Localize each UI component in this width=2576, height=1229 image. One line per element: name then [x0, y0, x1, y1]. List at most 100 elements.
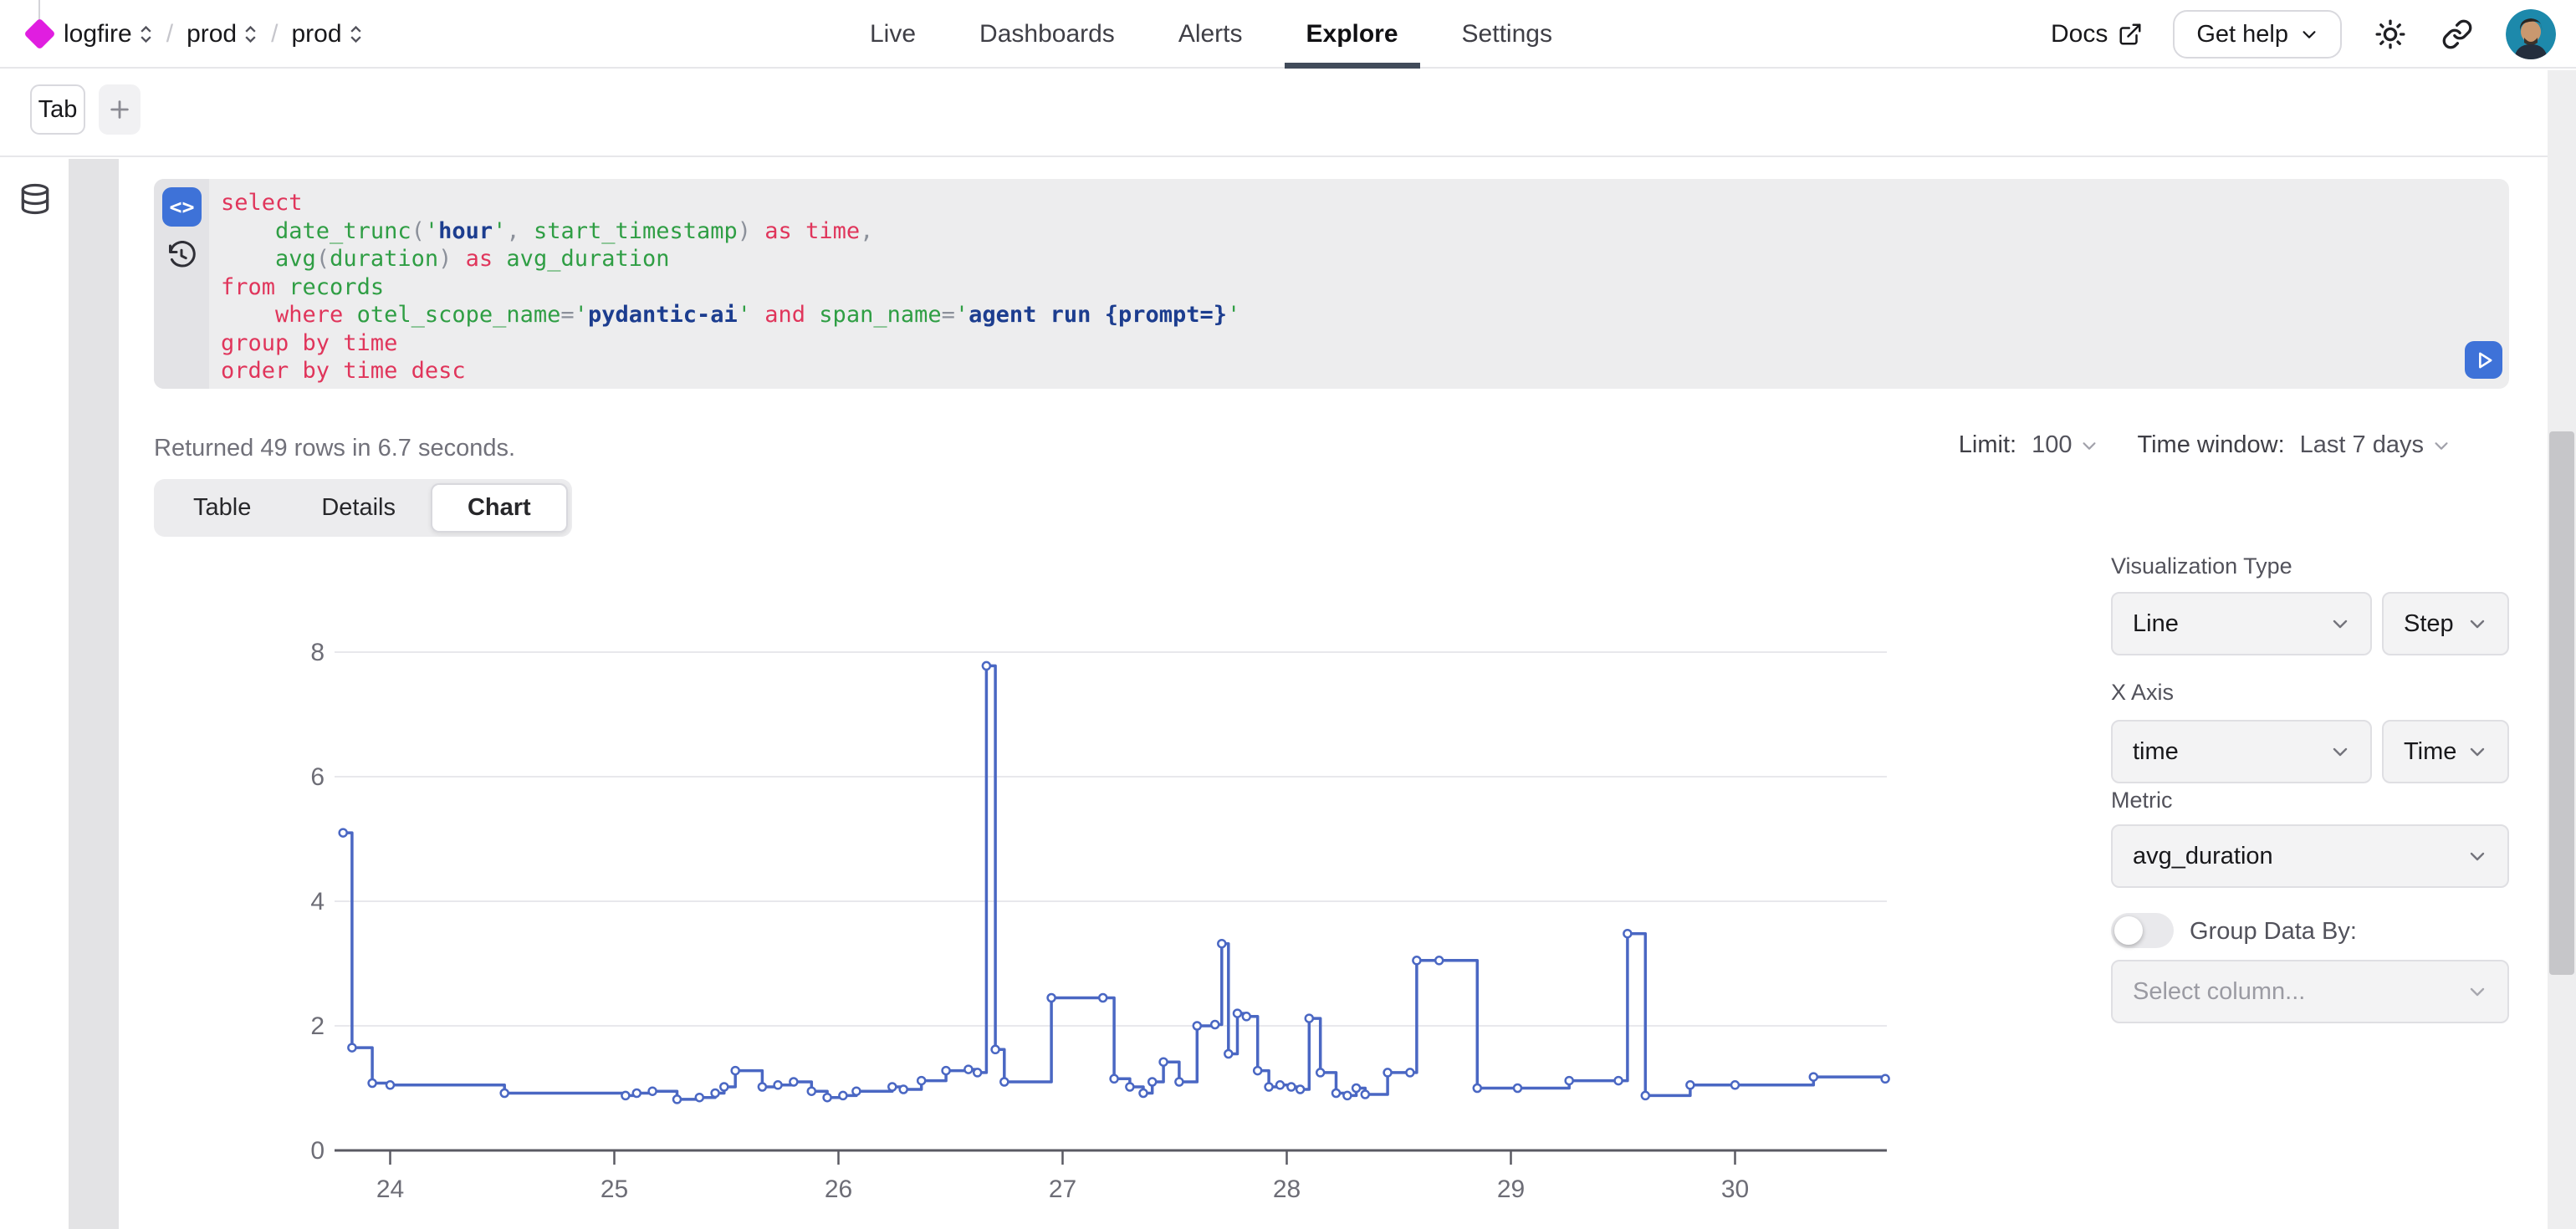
nav-live[interactable]: Live	[870, 0, 916, 69]
code-line: avg(duration) as avg_duration	[221, 245, 2451, 273]
tab-table[interactable]: Table	[158, 483, 286, 533]
time-window-dropdown[interactable]: Last 7 days	[2300, 431, 2451, 459]
data-point-marker	[348, 1044, 355, 1052]
data-point-marker	[839, 1092, 846, 1099]
data-point-marker	[1882, 1075, 1889, 1083]
run-query-button[interactable]	[2465, 341, 2502, 379]
chevron-down-icon	[2080, 436, 2098, 455]
chart: 2425262728293002468	[301, 627, 1924, 1212]
breadcrumb-org-label: logfire	[64, 20, 132, 48]
group-column-placeholder: Select column...	[2133, 978, 2305, 1006]
user-avatar[interactable]	[2506, 9, 2556, 59]
query-tab[interactable]: Tab	[30, 84, 85, 135]
data-point-marker	[1265, 1084, 1273, 1091]
chevron-down-icon	[2330, 614, 2350, 634]
data-point-marker	[1175, 1079, 1183, 1086]
data-point-marker	[633, 1089, 641, 1097]
line-style-value: Step	[2404, 610, 2454, 638]
group-column-select[interactable]: Select column...	[2111, 960, 2509, 1023]
database-icon	[17, 179, 54, 219]
query-history-button[interactable]	[165, 239, 198, 273]
nav-settings[interactable]: Settings	[1462, 0, 1552, 69]
chart-x-tick-label: 25	[601, 1175, 628, 1203]
x-axis-type-value: Time	[2404, 738, 2456, 766]
tab-details[interactable]: Details	[286, 483, 431, 533]
breadcrumb-env[interactable]: prod	[291, 20, 362, 48]
data-point-marker	[1406, 1068, 1413, 1076]
chevron-down-icon	[2432, 436, 2451, 455]
docs-label: Docs	[2051, 20, 2108, 48]
data-point-marker	[1296, 1086, 1304, 1094]
visualization-type-select[interactable]: Line	[2111, 592, 2372, 655]
data-point-marker	[501, 1089, 509, 1097]
link-icon	[2441, 18, 2473, 50]
x-axis-column-select[interactable]: time	[2111, 720, 2372, 783]
docs-link[interactable]: Docs	[2051, 20, 2143, 48]
chart-x-tick-label: 26	[825, 1175, 852, 1203]
code-line: select	[221, 189, 2451, 217]
chart-x-tick-label: 24	[376, 1175, 404, 1203]
tab-chart[interactable]: Chart	[431, 483, 568, 533]
data-point-marker	[1287, 1084, 1295, 1091]
data-point-marker	[1435, 956, 1443, 964]
data-point-marker	[774, 1081, 782, 1089]
breadcrumb-separator: /	[271, 20, 278, 48]
query-tab-bar: Tab	[0, 69, 2576, 157]
time-window-label: Time window:	[2137, 431, 2284, 459]
page-scrollbar-thumb[interactable]	[2549, 431, 2574, 975]
data-point-marker	[1343, 1092, 1351, 1099]
theme-toggle-button[interactable]	[2372, 16, 2409, 53]
data-point-marker	[1623, 930, 1631, 937]
data-point-marker	[673, 1095, 681, 1103]
chart-x-tick-label: 27	[1049, 1175, 1076, 1203]
data-point-marker	[1160, 1058, 1168, 1066]
data-point-marker	[649, 1088, 657, 1095]
data-point-marker	[790, 1079, 797, 1086]
data-point-marker	[759, 1084, 766, 1091]
schema-browser-button[interactable]	[17, 179, 54, 223]
data-point-marker	[1148, 1079, 1156, 1086]
breadcrumb-project-label: prod	[187, 20, 237, 48]
add-tab-button[interactable]	[99, 84, 141, 135]
main-nav: Live Dashboards Alerts Explore Settings	[870, 0, 1552, 69]
chart-y-tick-label: 8	[310, 639, 325, 666]
format-code-button[interactable]: <>	[162, 187, 202, 227]
data-point-marker	[888, 1084, 896, 1091]
group-data-toggle[interactable]	[2111, 913, 2174, 948]
breadcrumb-project[interactable]: prod	[187, 20, 258, 48]
external-link-icon	[2118, 22, 2143, 47]
data-point-marker	[732, 1067, 739, 1074]
data-point-marker	[1332, 1089, 1340, 1097]
nav-alerts[interactable]: Alerts	[1178, 0, 1243, 69]
sql-query-input[interactable]: select date_trunc('hour', start_timestam…	[221, 189, 2451, 385]
logfire-logo-icon	[23, 18, 55, 49]
data-point-marker	[900, 1086, 907, 1094]
metric-select[interactable]: avg_duration	[2111, 824, 2509, 888]
data-point-marker	[808, 1088, 815, 1095]
breadcrumb-org[interactable]: logfire	[64, 20, 153, 48]
data-point-marker	[340, 829, 347, 837]
data-point-marker	[1254, 1067, 1261, 1074]
share-link-button[interactable]	[2439, 16, 2476, 53]
chevron-updown-icon	[349, 23, 363, 45]
get-help-button[interactable]: Get help	[2173, 10, 2342, 59]
metric-label: Metric	[2111, 788, 2173, 813]
data-point-marker	[1474, 1084, 1481, 1092]
limit-dropdown[interactable]: 100	[2032, 431, 2098, 459]
data-point-marker	[369, 1079, 376, 1087]
sun-icon	[2374, 18, 2406, 50]
code-line: order by time desc	[221, 357, 2451, 385]
line-style-select[interactable]: Step	[2382, 592, 2509, 655]
group-data-label: Group Data By:	[2190, 918, 2357, 946]
chevron-down-icon	[2467, 742, 2487, 762]
data-point-marker	[964, 1066, 972, 1073]
nav-dashboards[interactable]: Dashboards	[979, 0, 1115, 69]
nav-explore[interactable]: Explore	[1306, 0, 1398, 69]
chevron-down-icon	[2467, 846, 2487, 866]
x-axis-type-select[interactable]: Time	[2382, 720, 2509, 783]
panel-gutter	[69, 159, 119, 1229]
data-point-marker	[1413, 956, 1420, 964]
data-point-marker	[1810, 1073, 1817, 1081]
data-point-marker	[1642, 1092, 1649, 1099]
data-point-marker	[1218, 940, 1225, 947]
